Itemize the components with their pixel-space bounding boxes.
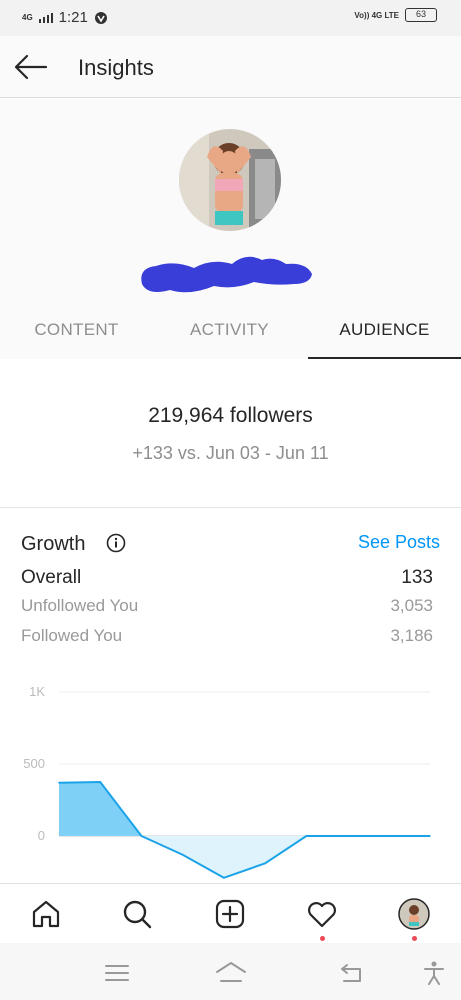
chart-data-point [140,835,143,837]
chart-y-tick-label: 0 [38,828,45,843]
follower-count: 219,964 followers [148,404,313,427]
growth-overall-row: Overall 133 [21,567,433,589]
unfollowed-label: Unfollowed You [21,596,139,615]
tab-audience[interactable]: AUDIENCE [308,303,461,359]
username-redaction [141,256,312,293]
vpn-icon [94,11,107,24]
activity-heart-icon[interactable] [306,898,338,930]
bottom-nav [0,883,461,943]
follower-comparison: +133 vs. Jun 03 - Jun 11 [132,443,329,463]
see-posts-link[interactable]: See Posts [358,532,440,553]
back-icon[interactable] [338,961,366,985]
chart-positive-area [59,782,430,836]
chart-data-point [58,781,60,784]
insights-tabs: CONTENT ACTIVITY AUDIENCE [0,303,461,359]
chart-data-point [223,876,225,879]
home-icon[interactable] [30,898,62,930]
search-icon[interactable] [121,898,153,930]
profile-notification-dot [412,936,417,941]
section-divider [0,507,461,508]
header-bar: Insights [0,36,461,98]
new-post-icon[interactable] [214,898,246,930]
growth-followed-row: Followed You 3,186 [21,626,433,646]
signal-icon [38,12,53,23]
overall-value: 133 [401,567,433,588]
battery-icon: 63 [405,8,437,22]
carrier-label: Vo)) 4G LTE [354,10,399,20]
tab-activity[interactable]: ACTIVITY [153,303,306,359]
chart-y-tick-label: 1K [29,684,45,699]
back-arrow-icon[interactable] [14,54,48,80]
chart-data-point [181,853,184,856]
growth-unfollowed-row: Unfollowed You 3,053 [21,596,433,616]
growth-title: Growth [21,533,86,555]
activity-notification-dot [320,936,325,941]
home-outline-icon[interactable] [215,961,247,985]
growth-chart: 1K 500 0 [23,684,431,879]
menu-icon[interactable] [103,961,131,985]
followed-value: 3,186 [390,626,433,645]
chart-data-point [429,835,431,837]
page-title: Insights [78,55,154,80]
tab-content[interactable]: CONTENT [0,303,153,359]
profile-nav-avatar[interactable] [398,898,430,930]
followed-label: Followed You [21,626,123,645]
chart-y-tick-label: 500 [23,756,45,771]
unfollowed-value: 3,053 [390,596,433,615]
status-bar: 4G 1:21 Vo)) 4G LTE 63 [0,0,461,36]
network-indicator: 4G [22,13,33,22]
chart-data-point [264,862,266,865]
overall-label: Overall [21,567,82,588]
accessibility-icon[interactable] [420,961,448,985]
chart-data-point [346,835,349,837]
system-nav-bar [0,943,461,1000]
info-icon[interactable] [106,533,126,553]
status-time: 1:21 [58,9,88,26]
chart-data-point [99,781,102,783]
chart-data-point [305,835,308,837]
chart-data-point [387,835,390,837]
profile-avatar [179,129,281,231]
